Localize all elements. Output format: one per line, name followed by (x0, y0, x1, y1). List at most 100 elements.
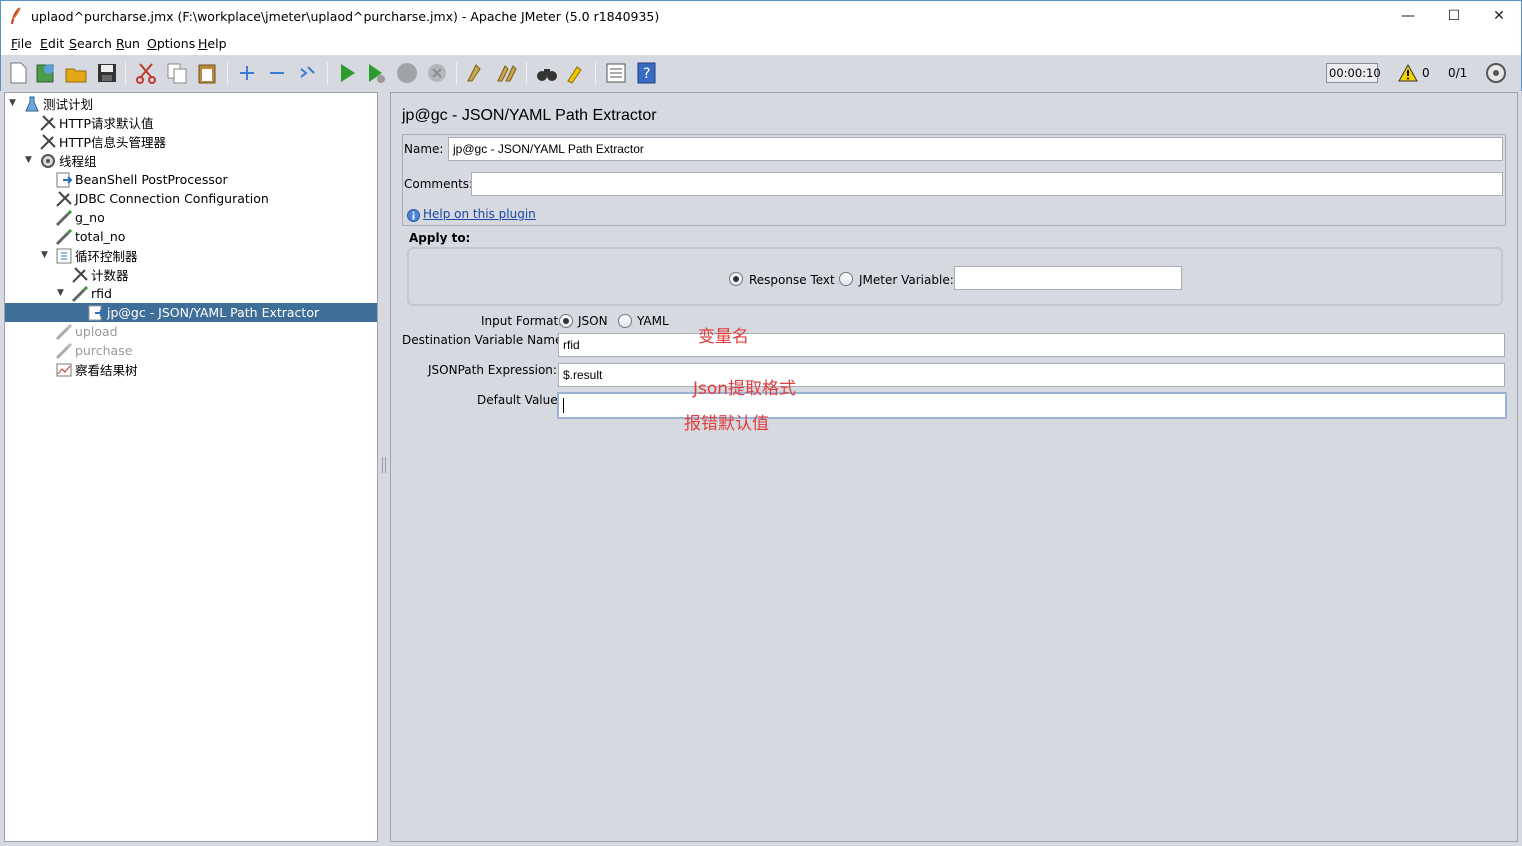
tree-item-total-no[interactable]: total_no (55, 227, 125, 246)
jsonpath-expression-label: JSONPath Expression: (428, 363, 557, 377)
response-text-label[interactable]: Response Text (749, 273, 835, 287)
svg-text:?: ? (643, 66, 650, 82)
tree-item-http-defaults[interactable]: HTTP请求默认值 (39, 113, 154, 132)
tree-item-beanshell[interactable]: BeanShell PostProcessor (55, 170, 228, 189)
annotation-json-format: Json提取格式 (693, 379, 797, 399)
save-icon[interactable] (95, 61, 119, 85)
copy-icon[interactable] (165, 61, 189, 85)
sampler-pen-icon (55, 228, 73, 245)
response-text-radio[interactable] (729, 272, 743, 286)
close-button[interactable]: ✕ (1476, 1, 1522, 31)
expand-toggle-icon[interactable]: ▼ (41, 250, 51, 260)
yaml-radio[interactable] (618, 314, 632, 328)
clear-all-icon[interactable] (495, 61, 519, 85)
function-helper-icon[interactable] (604, 61, 628, 85)
toolbar: ? 00:00:10 0 0/1 (0, 55, 1522, 91)
menu-run[interactable]: Run (116, 36, 140, 51)
splitter-grip-icon[interactable] (382, 457, 386, 473)
info-icon (407, 209, 420, 222)
sampler-pen-icon (55, 323, 73, 340)
new-file-icon[interactable] (6, 61, 30, 85)
tree-item-header-manager[interactable]: HTTP信息头管理器 (39, 132, 166, 151)
reset-search-icon[interactable] (564, 61, 588, 85)
config-tools-icon (56, 190, 72, 207)
maximize-icon: ☐ (1447, 8, 1461, 24)
gear-icon (41, 153, 55, 168)
tree-item-thread-group[interactable]: 线程组 (39, 151, 97, 170)
cut-icon[interactable] (134, 61, 158, 85)
panel-splitter[interactable] (380, 92, 388, 842)
menu-help[interactable]: Help (198, 36, 227, 51)
elapsed-time-display: 00:00:10 (1326, 63, 1381, 83)
sampler-pen-icon (55, 342, 73, 359)
menu-edit[interactable]: Edit (40, 36, 64, 51)
menu-file[interactable]: File (11, 36, 32, 51)
jmeter-feather-icon (11, 7, 21, 25)
annotation-default-error: 报错默认值 (684, 414, 769, 434)
open-icon[interactable] (64, 61, 88, 85)
input-format-label: Input Format: (481, 314, 563, 328)
name-field[interactable]: jp@gc - JSON/YAML Path Extractor (448, 137, 1503, 161)
remote-status-icon (1486, 63, 1506, 83)
tree-item-results-tree[interactable]: 察看结果树 (55, 360, 138, 379)
collapse-icon[interactable] (265, 61, 289, 85)
start-icon[interactable] (335, 61, 359, 85)
listener-graph-icon (56, 363, 72, 376)
tree-item-rfid[interactable]: rfid (71, 284, 112, 303)
json-radio[interactable] (559, 314, 573, 328)
window-title: uplaod^purcharse.jmx (F:\workplace\jmete… (31, 9, 660, 24)
paste-icon[interactable] (195, 61, 219, 85)
apply-to-group: Response Text JMeter Variable: (407, 247, 1503, 306)
minimize-button[interactable]: — (1385, 1, 1431, 31)
jmeter-variable-label[interactable]: JMeter Variable: (859, 273, 954, 287)
close-icon: ✕ (1493, 8, 1505, 24)
shutdown-icon[interactable] (425, 61, 449, 85)
active-threads: 0/1 (1448, 66, 1468, 80)
sampler-pen-icon (55, 209, 73, 226)
tree-item-jdbc-config[interactable]: JDBC Connection Configuration (55, 189, 269, 208)
page-title: jp@gc - JSON/YAML Path Extractor (402, 107, 657, 124)
menu-options[interactable]: Options (147, 36, 195, 51)
default-value-label: Default Value: (477, 393, 562, 407)
jmeter-variable-radio[interactable] (839, 272, 853, 286)
help-icon[interactable]: ? (635, 61, 659, 85)
postprocessor-icon (88, 305, 105, 320)
title-bar: uplaod^purcharse.jmx (F:\workplace\jmete… (0, 0, 1522, 31)
config-tools-icon (40, 114, 56, 131)
clear-icon[interactable] (464, 61, 488, 85)
yaml-label[interactable]: YAML (637, 314, 669, 328)
editor-panel: jp@gc - JSON/YAML Path Extractor Name: j… (390, 92, 1518, 842)
tree-item-test-plan[interactable]: 测试计划 (23, 94, 93, 113)
sampler-pen-icon (71, 285, 89, 302)
expand-toggle-icon[interactable]: ▼ (57, 288, 67, 298)
tree-item-counter[interactable]: 计数器 (71, 265, 129, 284)
config-tools-icon (72, 266, 88, 283)
jmeter-variable-field[interactable] (954, 266, 1182, 290)
tree-item-upload[interactable]: upload (55, 322, 118, 341)
json-label[interactable]: JSON (578, 314, 608, 328)
tree-item-purchase[interactable]: purchase (55, 341, 132, 360)
maximize-button[interactable]: ☐ (1431, 1, 1477, 31)
comments-field[interactable] (471, 172, 1503, 196)
comments-label: Comments: (404, 177, 474, 191)
warning-icon[interactable] (1398, 64, 1418, 82)
apply-to-heading: Apply to: (409, 231, 471, 245)
templates-icon[interactable] (34, 61, 58, 85)
expand-toggle-icon[interactable]: ▼ (25, 155, 35, 165)
menu-search[interactable]: Search (69, 36, 112, 51)
tree-item-loop-controller[interactable]: 循环控制器 (55, 246, 138, 265)
search-binoculars-icon[interactable] (535, 61, 559, 85)
tree-item-g-no[interactable]: g_no (55, 208, 105, 227)
controller-icon (56, 248, 72, 263)
text-cursor (563, 398, 564, 414)
test-plan-icon (25, 96, 39, 111)
help-plugin-link[interactable]: Help on this plugin (423, 207, 536, 221)
test-plan-tree[interactable]: ▼ 测试计划 HTTP请求默认值 HTTP信息头管理器 ▼ 线程组 BeanSh… (4, 92, 378, 842)
stop-icon[interactable] (395, 61, 419, 85)
expand-toggle-icon[interactable]: ▼ (9, 98, 19, 108)
tree-item-json-extractor[interactable]: jp@gc - JSON/YAML Path Extractor (5, 303, 377, 322)
start-no-pauses-icon[interactable] (364, 61, 388, 85)
toggle-icon[interactable] (296, 61, 320, 85)
expand-icon[interactable] (235, 61, 259, 85)
minimize-icon: — (1401, 8, 1415, 24)
